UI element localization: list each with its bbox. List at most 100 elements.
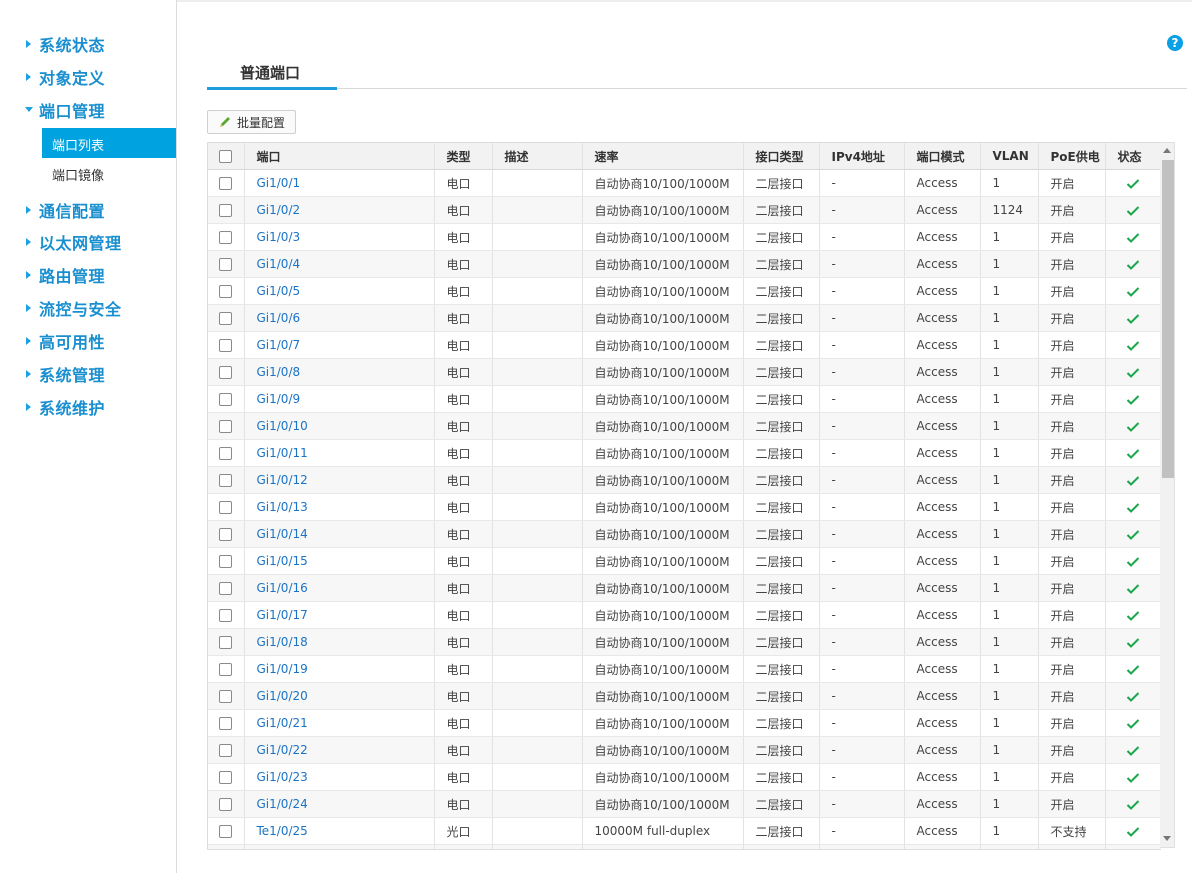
table-row[interactable]: Gi1/0/19 电口 自动协商10/100/1000M 二层接口 - Access 1 开启 <box>208 655 1161 683</box>
sidebar-item-port-management[interactable]: 端口管理 <box>0 94 176 124</box>
sidebar-item-system-status[interactable]: 系统状态 <box>0 28 176 58</box>
table-row[interactable]: Gi1/0/24 电口 自动协商10/100/1000M 二层接口 - Access 1 开启 <box>208 790 1161 818</box>
table-row[interactable]: Gi1/0/10 电口 自动协商10/100/1000M 二层接口 - Access 1 开启 <box>208 412 1161 440</box>
port-link[interactable]: Gi1/0/24 <box>245 797 434 811</box>
column-header-status[interactable]: 状态 <box>1105 143 1161 170</box>
table-row[interactable]: Gi1/0/15 电口 自动协商10/100/1000M 二层接口 - Access 1 开启 <box>208 547 1161 575</box>
sidebar-item-routing[interactable]: 路由管理 <box>0 259 176 289</box>
table-row[interactable]: Gi1/0/23 电口 自动协商10/100/1000M 二层接口 - Access 1 开启 <box>208 763 1161 791</box>
port-link[interactable]: Gi1/0/7 <box>245 338 434 352</box>
batch-config-button[interactable]: 批量配置 <box>207 110 296 134</box>
port-link[interactable]: Gi1/0/23 <box>245 770 434 784</box>
row-checkbox[interactable] <box>219 366 233 379</box>
column-header-description[interactable]: 描述 <box>492 143 583 170</box>
column-header-poe[interactable]: PoE供电 <box>1038 143 1106 170</box>
row-checkbox[interactable] <box>219 501 233 514</box>
table-row[interactable]: Gi1/0/12 电口 自动协商10/100/1000M 二层接口 - Access 1 开启 <box>208 466 1161 494</box>
cell-port[interactable]: Gi1/0/4 <box>244 250 435 278</box>
port-link[interactable]: Gi1/0/22 <box>245 743 434 757</box>
column-header-port-mode[interactable]: 端口模式 <box>904 143 981 170</box>
table-row[interactable]: Gi1/0/3 电口 自动协商10/100/1000M 二层接口 - Access 1 开启 <box>208 223 1161 251</box>
port-link[interactable]: Gi1/0/12 <box>245 473 434 487</box>
port-link[interactable]: Gi1/0/3 <box>245 230 434 244</box>
sidebar-subitem-port-mirror[interactable]: 端口镜像 <box>42 158 176 188</box>
sidebar-item-high-availability[interactable]: 高可用性 <box>0 325 176 355</box>
cell-port[interactable]: Te1/0/25 <box>244 817 435 845</box>
sidebar-subitem-port-list[interactable]: 端口列表 <box>42 128 176 158</box>
row-checkbox[interactable] <box>219 636 233 649</box>
row-checkbox[interactable] <box>219 204 233 217</box>
sidebar-item-object-definition[interactable]: 对象定义 <box>0 61 176 91</box>
table-row[interactable]: Gi1/0/7 电口 自动协商10/100/1000M 二层接口 - Access 1 开启 <box>208 331 1161 359</box>
row-checkbox[interactable] <box>219 312 233 325</box>
port-link[interactable]: Gi1/0/17 <box>245 608 434 622</box>
table-row[interactable]: Gi1/0/22 电口 自动协商10/100/1000M 二层接口 - Access 1 开启 <box>208 736 1161 764</box>
cell-port[interactable]: Gi1/0/23 <box>244 763 435 791</box>
row-checkbox[interactable] <box>219 393 233 406</box>
column-header-vlan[interactable]: VLAN <box>980 143 1039 170</box>
cell-port[interactable]: Gi1/0/19 <box>244 655 435 683</box>
port-link[interactable]: Te1/0/25 <box>245 824 434 838</box>
port-link[interactable]: Gi1/0/5 <box>245 284 434 298</box>
column-header-type[interactable]: 类型 <box>434 143 493 170</box>
table-row[interactable]: Gi1/0/1 电口 自动协商10/100/1000M 二层接口 - Access 1 开启 <box>208 169 1161 197</box>
cell-port[interactable]: Gi1/0/18 <box>244 628 435 656</box>
cell-port[interactable]: Gi1/0/12 <box>244 466 435 494</box>
port-link[interactable]: Gi1/0/2 <box>245 203 434 217</box>
port-link[interactable]: Gi1/0/14 <box>245 527 434 541</box>
table-row[interactable]: Gi1/0/6 电口 自动协商10/100/1000M 二层接口 - Access 1 开启 <box>208 304 1161 332</box>
table-row[interactable]: Gi1/0/9 电口 自动协商10/100/1000M 二层接口 - Access 1 开启 <box>208 385 1161 413</box>
table-row[interactable]: Gi1/0/5 电口 自动协商10/100/1000M 二层接口 - Access 1 开启 <box>208 277 1161 305</box>
port-link[interactable]: Gi1/0/11 <box>245 446 434 460</box>
cell-port[interactable]: Gi1/0/15 <box>244 547 435 575</box>
sidebar-item-system-management[interactable]: 系统管理 <box>0 358 176 388</box>
port-link[interactable]: Gi1/0/10 <box>245 419 434 433</box>
row-checkbox[interactable] <box>219 825 233 838</box>
port-link[interactable]: Gi1/0/1 <box>245 176 434 190</box>
port-link[interactable]: Gi1/0/8 <box>245 365 434 379</box>
cell-port[interactable]: Gi1/0/13 <box>244 493 435 521</box>
port-link[interactable]: Gi1/0/20 <box>245 689 434 703</box>
cell-port[interactable]: Gi1/0/9 <box>244 385 435 413</box>
cell-port[interactable]: Gi1/0/8 <box>244 358 435 386</box>
sidebar-item-comm-config[interactable]: 通信配置 <box>0 194 176 224</box>
row-checkbox[interactable] <box>219 690 233 703</box>
select-all-checkbox[interactable] <box>219 150 233 163</box>
port-link[interactable]: Gi1/0/21 <box>245 716 434 730</box>
scroll-up-arrow-icon[interactable] <box>1163 148 1171 153</box>
cell-port[interactable]: Gi1/0/20 <box>244 682 435 710</box>
table-row[interactable]: Gi1/0/21 电口 自动协商10/100/1000M 二层接口 - Access 1 开启 <box>208 709 1161 737</box>
sidebar-item-flow-security[interactable]: 流控与安全 <box>0 292 176 322</box>
column-header-rate[interactable]: 速率 <box>582 143 744 170</box>
table-row[interactable]: Te1/0/26光口 10000M full-duplex二层接口-Access1… <box>208 844 1161 849</box>
cell-port[interactable]: Gi1/0/2 <box>244 196 435 224</box>
row-checkbox[interactable] <box>219 285 233 298</box>
cell-port[interactable]: Gi1/0/17 <box>244 601 435 629</box>
row-checkbox[interactable] <box>219 447 233 460</box>
row-checkbox[interactable] <box>219 420 233 433</box>
row-checkbox[interactable] <box>219 582 233 595</box>
table-row[interactable]: Gi1/0/20 电口 自动协商10/100/1000M 二层接口 - Access 1 开启 <box>208 682 1161 710</box>
cell-port[interactable]: Gi1/0/5 <box>244 277 435 305</box>
row-checkbox[interactable] <box>219 717 233 730</box>
column-header-port[interactable]: 端口 <box>244 143 435 170</box>
row-checkbox[interactable] <box>219 744 233 757</box>
table-row[interactable]: Gi1/0/8 电口 自动协商10/100/1000M 二层接口 - Access 1 开启 <box>208 358 1161 386</box>
port-link[interactable]: Gi1/0/9 <box>245 392 434 406</box>
cell-port[interactable]: Gi1/0/21 <box>244 709 435 737</box>
column-header-interface-type[interactable]: 接口类型 <box>743 143 820 170</box>
cell-port[interactable]: Gi1/0/16 <box>244 574 435 602</box>
cell-port[interactable]: Gi1/0/14 <box>244 520 435 548</box>
row-checkbox[interactable] <box>219 258 233 271</box>
cell-port[interactable]: Gi1/0/1 <box>244 169 435 197</box>
cell-port[interactable]: Gi1/0/3 <box>244 223 435 251</box>
help-icon[interactable]: ? <box>1167 35 1183 51</box>
scroll-down-arrow-icon[interactable] <box>1163 836 1171 841</box>
column-header-ipv4[interactable]: IPv4地址 <box>819 143 905 170</box>
row-checkbox[interactable] <box>219 231 233 244</box>
cell-port[interactable]: Gi1/0/6 <box>244 304 435 332</box>
row-checkbox[interactable] <box>219 609 233 622</box>
cell-port[interactable]: Gi1/0/10 <box>244 412 435 440</box>
table-row[interactable]: Gi1/0/16 电口 自动协商10/100/1000M 二层接口 - Access 1 开启 <box>208 574 1161 602</box>
table-row[interactable]: Te1/0/25 光口 10000M full-duplex 二层接口 - Access 1… <box>208 817 1161 845</box>
